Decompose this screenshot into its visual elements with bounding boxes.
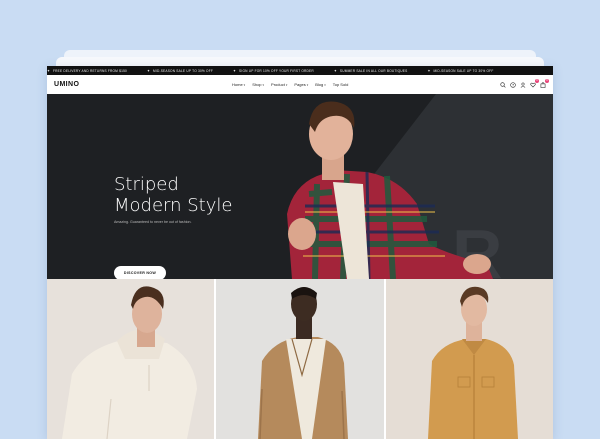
discover-now-button[interactable]: DISCOVER NOW xyxy=(114,266,166,279)
user-icon[interactable] xyxy=(520,82,526,88)
collection-cards xyxy=(47,279,553,439)
nav-item-product[interactable]: Product ▾ xyxy=(271,82,287,87)
help-icon[interactable] xyxy=(510,81,516,88)
nav-item-home[interactable]: Home ▾ xyxy=(232,82,245,87)
star-icon: ✦ xyxy=(147,68,151,73)
star-icon: ✦ xyxy=(427,68,431,73)
chevron-down-icon: ▾ xyxy=(306,82,309,87)
hero-title: Striped Modern Style xyxy=(114,174,232,216)
model-image-mustard-shirt xyxy=(427,286,518,439)
nav-label: Product xyxy=(271,82,285,87)
hero-title-line-1: Striped xyxy=(114,174,179,195)
star-icon: ✦ xyxy=(333,68,338,73)
nav-item-pages[interactable]: Pages ▾ xyxy=(294,82,308,87)
nav-label: Top Sold xyxy=(332,82,349,87)
nav-item-shop[interactable]: Shop ▾ xyxy=(252,82,264,87)
chevron-down-icon: ▾ xyxy=(324,82,326,87)
browser-window: ✦ FREE DELIVERY AND RETURNS FROM $150 ✦ MI… xyxy=(47,66,553,439)
search-icon[interactable] xyxy=(500,81,506,88)
chevron-down-icon: ▾ xyxy=(285,82,288,87)
site-logo[interactable]: UMINO xyxy=(54,81,79,88)
model-image-camel-coat xyxy=(258,287,349,439)
main-header: UMINO Home ▾ Shop ▾ Product ▾ Pages ▾ Blog ▾ … xyxy=(47,75,553,95)
header-icons: 0 0 xyxy=(500,75,549,94)
hero-title-line-2: Modern Style xyxy=(114,195,233,216)
hero-slider: R Striped Modern Style Amazing. Guarante… xyxy=(47,94,553,279)
ticker-item: ✦ MID-SEASON SALE UP TO 30% OFF xyxy=(427,68,494,73)
star-icon: ✦ xyxy=(47,68,51,73)
collection-card-1[interactable] xyxy=(47,279,215,439)
nav-item-top-sold[interactable]: Top Sold xyxy=(333,82,349,87)
ticker-item: ✦ SUMMER SALE IN ALL OUR BOUTIQUES xyxy=(333,68,408,73)
ticker-item: ✦ FREE DELIVERY AND RETURNS FROM $150 xyxy=(47,68,128,73)
announcement-ticker: ✦ FREE DELIVERY AND RETURNS FROM $150 ✦ MI… xyxy=(47,66,553,75)
ticker-item: ✦ SIGN UP FOR 10% OFF YOUR FIRST ORDER xyxy=(233,68,314,73)
main-menu: Home ▾ Shop ▾ Product ▾ Pages ▾ Blog ▾ Top So… xyxy=(232,75,348,94)
nav-label: Shop xyxy=(252,82,262,87)
star-icon: ✦ xyxy=(233,68,237,73)
hero-subtitle: Amazing. Guaranteed to never be out of f… xyxy=(114,220,192,224)
cart-button[interactable]: 0 xyxy=(540,78,549,88)
nav-label: Pages xyxy=(294,82,306,87)
wishlist-count-badge: 0 xyxy=(535,78,539,83)
collection-card-2[interactable] xyxy=(216,279,384,439)
nav-label: Blog xyxy=(315,82,324,87)
chevron-down-icon: ▾ xyxy=(262,82,265,87)
wishlist-button[interactable]: 0 xyxy=(530,78,539,88)
collection-card-3[interactable] xyxy=(385,279,553,439)
cart-count-badge: 0 xyxy=(545,78,549,83)
chevron-down-icon: ▾ xyxy=(243,82,246,87)
model-image-cream-hoodie xyxy=(62,286,197,439)
nav-item-blog[interactable]: Blog ▾ xyxy=(315,82,326,87)
nav-label: Home xyxy=(232,82,243,87)
ticker-item: ✦ MID-SEASON SALE UP TO 30% OFF xyxy=(147,68,214,73)
